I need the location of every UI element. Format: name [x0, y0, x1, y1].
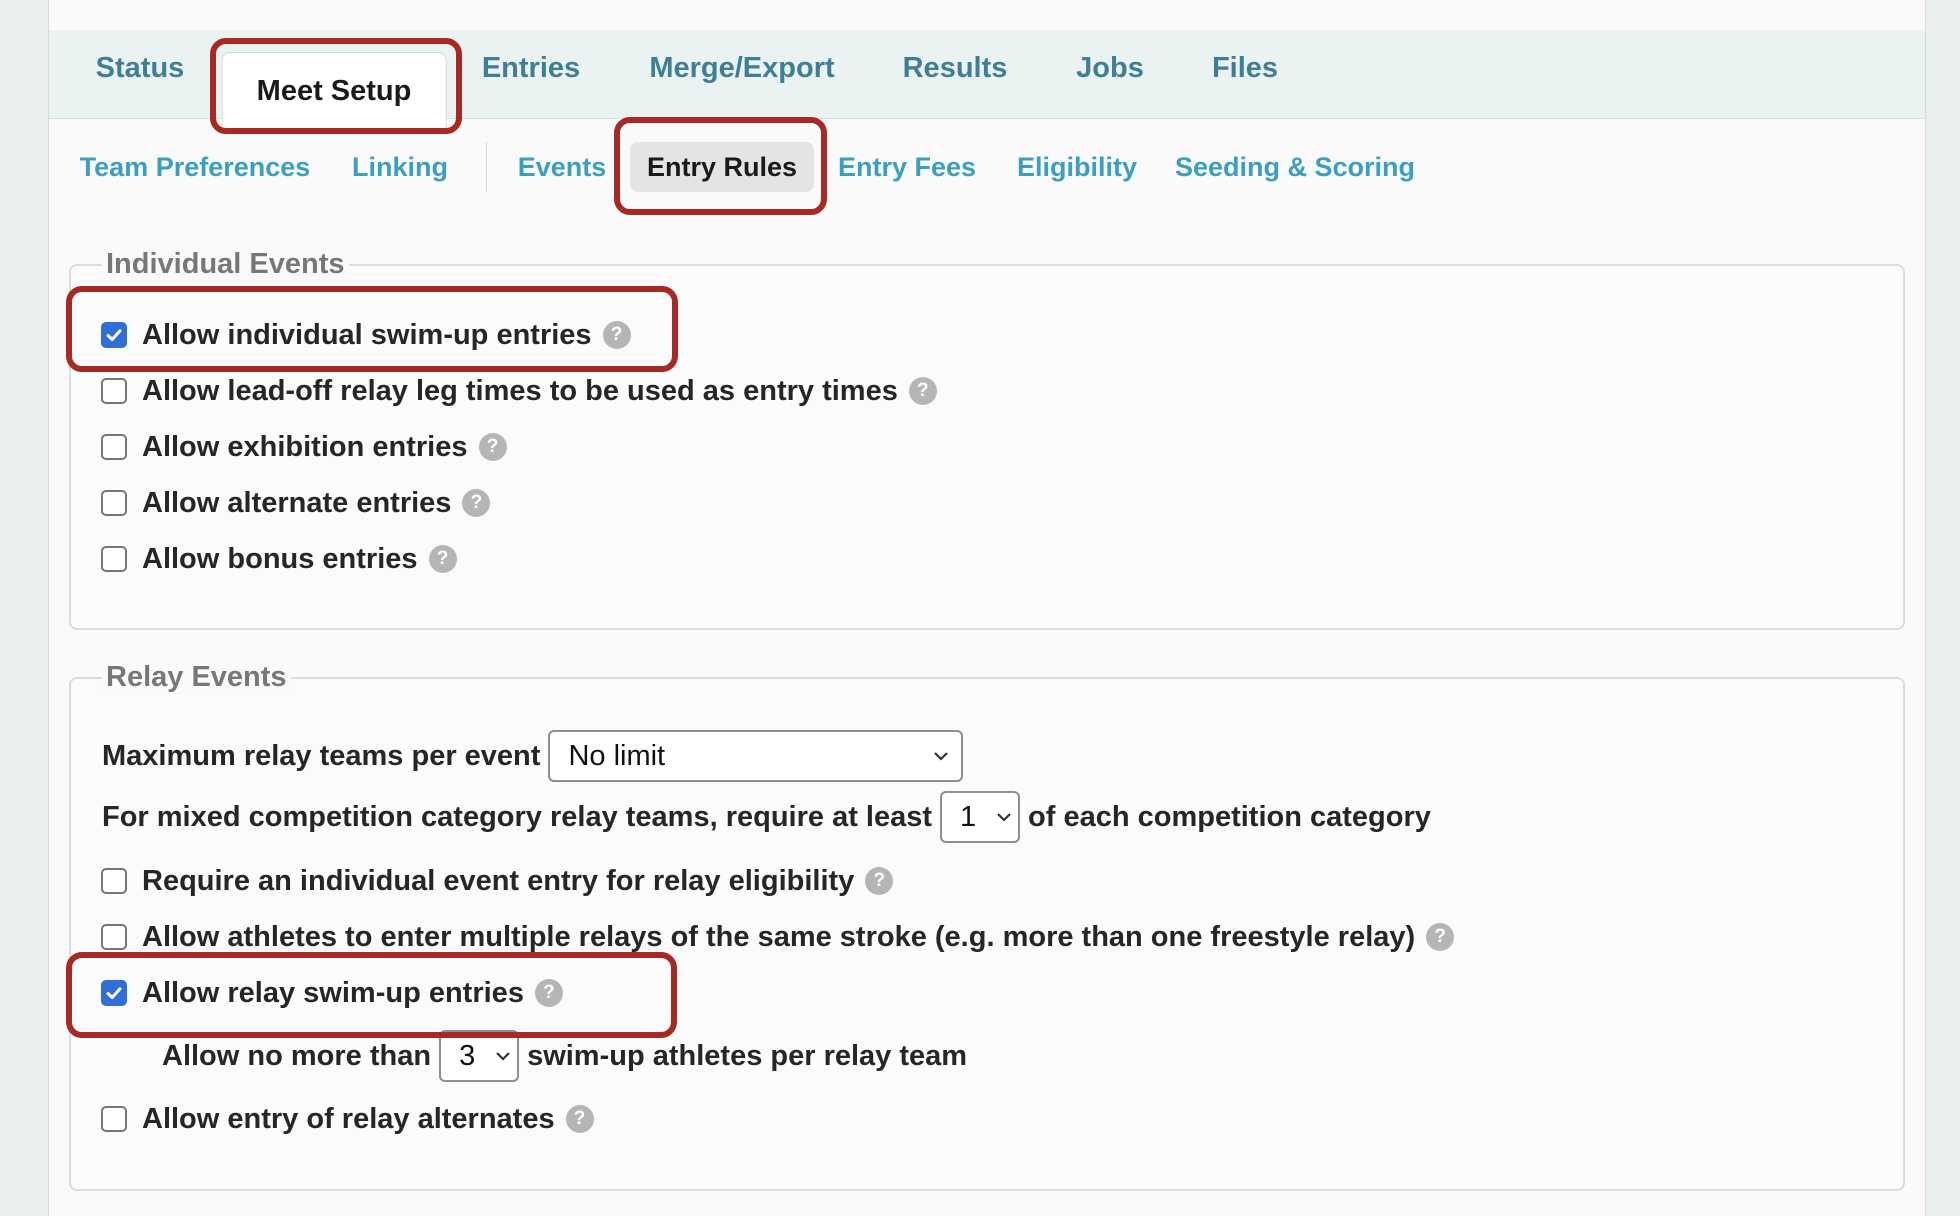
max-relay-teams-value: No limit [568, 739, 666, 772]
relay-alternates-label: Allow entry of relay alternates [142, 1102, 555, 1135]
help-icon[interactable]: ? [908, 377, 937, 405]
mixed-category-label-after: of each competition category [1028, 800, 1431, 833]
option-relay-alternates[interactable]: Allow entry of relay alternates ? [101, 1099, 594, 1139]
help-icon[interactable]: ? [565, 1105, 594, 1133]
relay-alternates-checkbox[interactable] [101, 1106, 127, 1132]
tab-results[interactable]: Results [903, 38, 1008, 98]
chevron-down-icon [934, 752, 949, 761]
subtab-seeding-scoring[interactable]: Seeding & Scoring [1175, 142, 1415, 192]
option-multiple-relays-same-stroke[interactable]: Allow athletes to enter multiple relays … [101, 917, 1455, 957]
exhibition-entries-label: Allow exhibition entries [142, 430, 468, 463]
help-icon[interactable]: ? [462, 489, 491, 517]
option-bonus-entries[interactable]: Allow bonus entries ? [101, 539, 457, 579]
multiple-relays-checkbox[interactable] [101, 924, 127, 950]
option-require-individual-entry[interactable]: Require an individual event entry for re… [101, 861, 894, 901]
mixed-category-min-value: 1 [960, 800, 977, 833]
lead-off-relay-times-label: Allow lead-off relay leg times to be use… [142, 374, 898, 407]
option-alternate-entries[interactable]: Allow alternate entries ? [101, 483, 491, 523]
mixed-category-label-before: For mixed competition category relay tea… [102, 800, 933, 833]
help-icon[interactable]: ? [428, 545, 457, 573]
tab-entries[interactable]: Entries [482, 38, 580, 98]
swim-up-limit-label-before: Allow no more than [162, 1039, 432, 1072]
lead-off-relay-times-checkbox[interactable] [101, 378, 127, 404]
subtab-events[interactable]: Events [518, 142, 607, 192]
tab-merge-export[interactable]: Merge/Export [649, 38, 834, 98]
swim-up-limit-value: 3 [459, 1039, 476, 1072]
option-exhibition-entries[interactable]: Allow exhibition entries ? [101, 427, 507, 467]
chevron-down-icon [496, 1052, 510, 1061]
exhibition-entries-checkbox[interactable] [101, 434, 127, 460]
tab-files[interactable]: Files [1212, 38, 1278, 98]
help-icon[interactable]: ? [865, 867, 894, 895]
subtab-team-preferences[interactable]: Team Preferences [80, 142, 311, 192]
max-relay-teams-row: Maximum relay teams per event No limit [102, 730, 971, 782]
tab-status[interactable]: Status [96, 38, 185, 98]
bonus-entries-checkbox[interactable] [101, 546, 127, 572]
highlight-relay-swim-up [66, 952, 677, 1038]
help-icon[interactable]: ? [1426, 923, 1455, 951]
mixed-category-min-select[interactable]: 1 [940, 791, 1021, 843]
bonus-entries-label: Allow bonus entries [142, 542, 418, 575]
max-relay-teams-select[interactable]: No limit [548, 730, 964, 782]
individual-events-legend: Individual Events [102, 248, 349, 281]
help-icon[interactable]: ? [478, 433, 507, 461]
highlight-entry-rules [614, 117, 827, 215]
chevron-down-icon [997, 813, 1011, 822]
alternate-entries-checkbox[interactable] [101, 490, 127, 516]
swim-up-limit-row: Allow no more than 3 swim-up athletes pe… [162, 1030, 968, 1082]
option-lead-off-relay-times[interactable]: Allow lead-off relay leg times to be use… [101, 371, 937, 411]
highlight-meet-setup [210, 38, 462, 134]
subtab-eligibility[interactable]: Eligibility [1017, 142, 1137, 192]
require-individual-entry-checkbox[interactable] [101, 868, 127, 894]
subtab-entry-fees[interactable]: Entry Fees [838, 142, 976, 192]
multiple-relays-label: Allow athletes to enter multiple relays … [142, 920, 1416, 953]
relay-events-legend: Relay Events [102, 661, 291, 694]
alternate-entries-label: Allow alternate entries [142, 486, 452, 519]
tab-jobs[interactable]: Jobs [1076, 38, 1144, 98]
swim-up-limit-label-after: swim-up athletes per relay team [527, 1039, 968, 1072]
subtab-linking[interactable]: Linking [352, 142, 448, 192]
require-individual-entry-label: Require an individual event entry for re… [142, 864, 855, 897]
highlight-individual-swim-up [66, 286, 678, 372]
mixed-category-row: For mixed competition category relay tea… [102, 791, 1431, 843]
max-relay-teams-label: Maximum relay teams per event [102, 739, 541, 772]
subtab-divider [486, 142, 487, 192]
